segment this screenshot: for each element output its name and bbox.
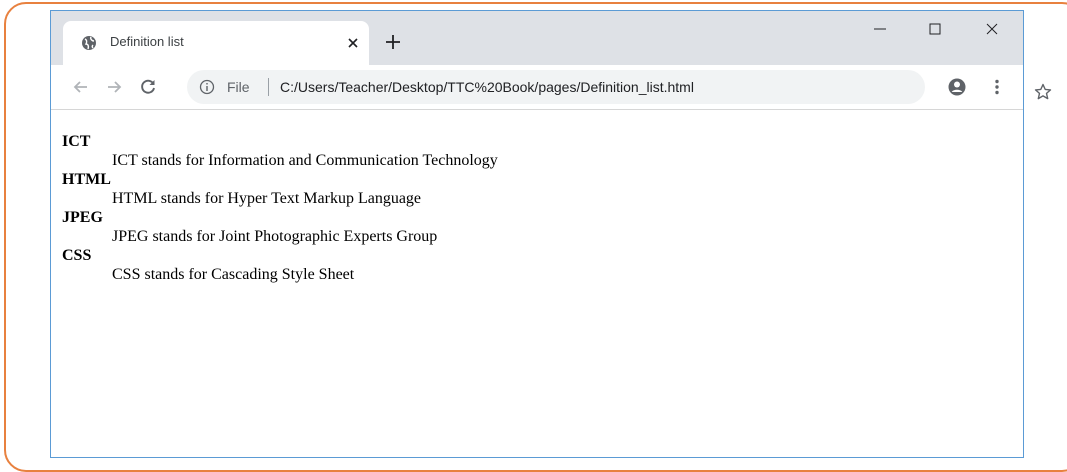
- tab-title: Definition list: [110, 34, 184, 49]
- term-ict: ICT: [62, 133, 91, 150]
- account-icon[interactable]: [947, 77, 967, 97]
- description-jpeg: JPEG stands for Joint Photographic Exper…: [112, 228, 438, 245]
- arrow-left-icon[interactable]: [71, 77, 91, 97]
- maximize-icon[interactable]: [912, 15, 958, 43]
- reload-icon[interactable]: [138, 77, 158, 97]
- window-close-icon[interactable]: [969, 15, 1015, 43]
- browser-toolbar: File C:/Users/Teacher/Desktop/TTC%20Book…: [51, 65, 1052, 110]
- tab-definition-list[interactable]: Definition list: [63, 21, 369, 65]
- url-text[interactable]: C:/Users/Teacher/Desktop/TTC%20Book/page…: [280, 79, 694, 95]
- star-icon[interactable]: [1033, 82, 1053, 102]
- page-content: ICT ICT stands for Information and Commu…: [51, 110, 1023, 457]
- browser-window: Definition list File C:/Users/Teacher/De…: [50, 10, 1052, 458]
- definition-list: ICT ICT stands for Information and Commu…: [62, 132, 498, 284]
- description-css: CSS stands for Cascading Style Sheet: [112, 266, 355, 283]
- term-jpeg: JPEG: [62, 209, 103, 226]
- url-separator: [268, 78, 269, 96]
- plus-icon[interactable]: [384, 33, 402, 51]
- term-html: HTML: [62, 171, 111, 188]
- description-html: HTML stands for Hyper Text Markup Langua…: [112, 190, 422, 207]
- info-icon[interactable]: [199, 79, 215, 95]
- close-icon[interactable]: [345, 35, 361, 51]
- arrow-right-icon[interactable]: [104, 77, 124, 97]
- minimize-icon[interactable]: [857, 15, 903, 43]
- globe-icon: [82, 36, 96, 50]
- url-scheme-label: File: [227, 79, 250, 95]
- tab-strip: Definition list: [51, 11, 1023, 65]
- address-bar[interactable]: File C:/Users/Teacher/Desktop/TTC%20Book…: [187, 70, 1052, 104]
- description-ict: ICT stands for Information and Communica…: [112, 152, 498, 169]
- term-css: CSS: [62, 247, 92, 264]
- kebab-menu-icon[interactable]: [987, 77, 1007, 97]
